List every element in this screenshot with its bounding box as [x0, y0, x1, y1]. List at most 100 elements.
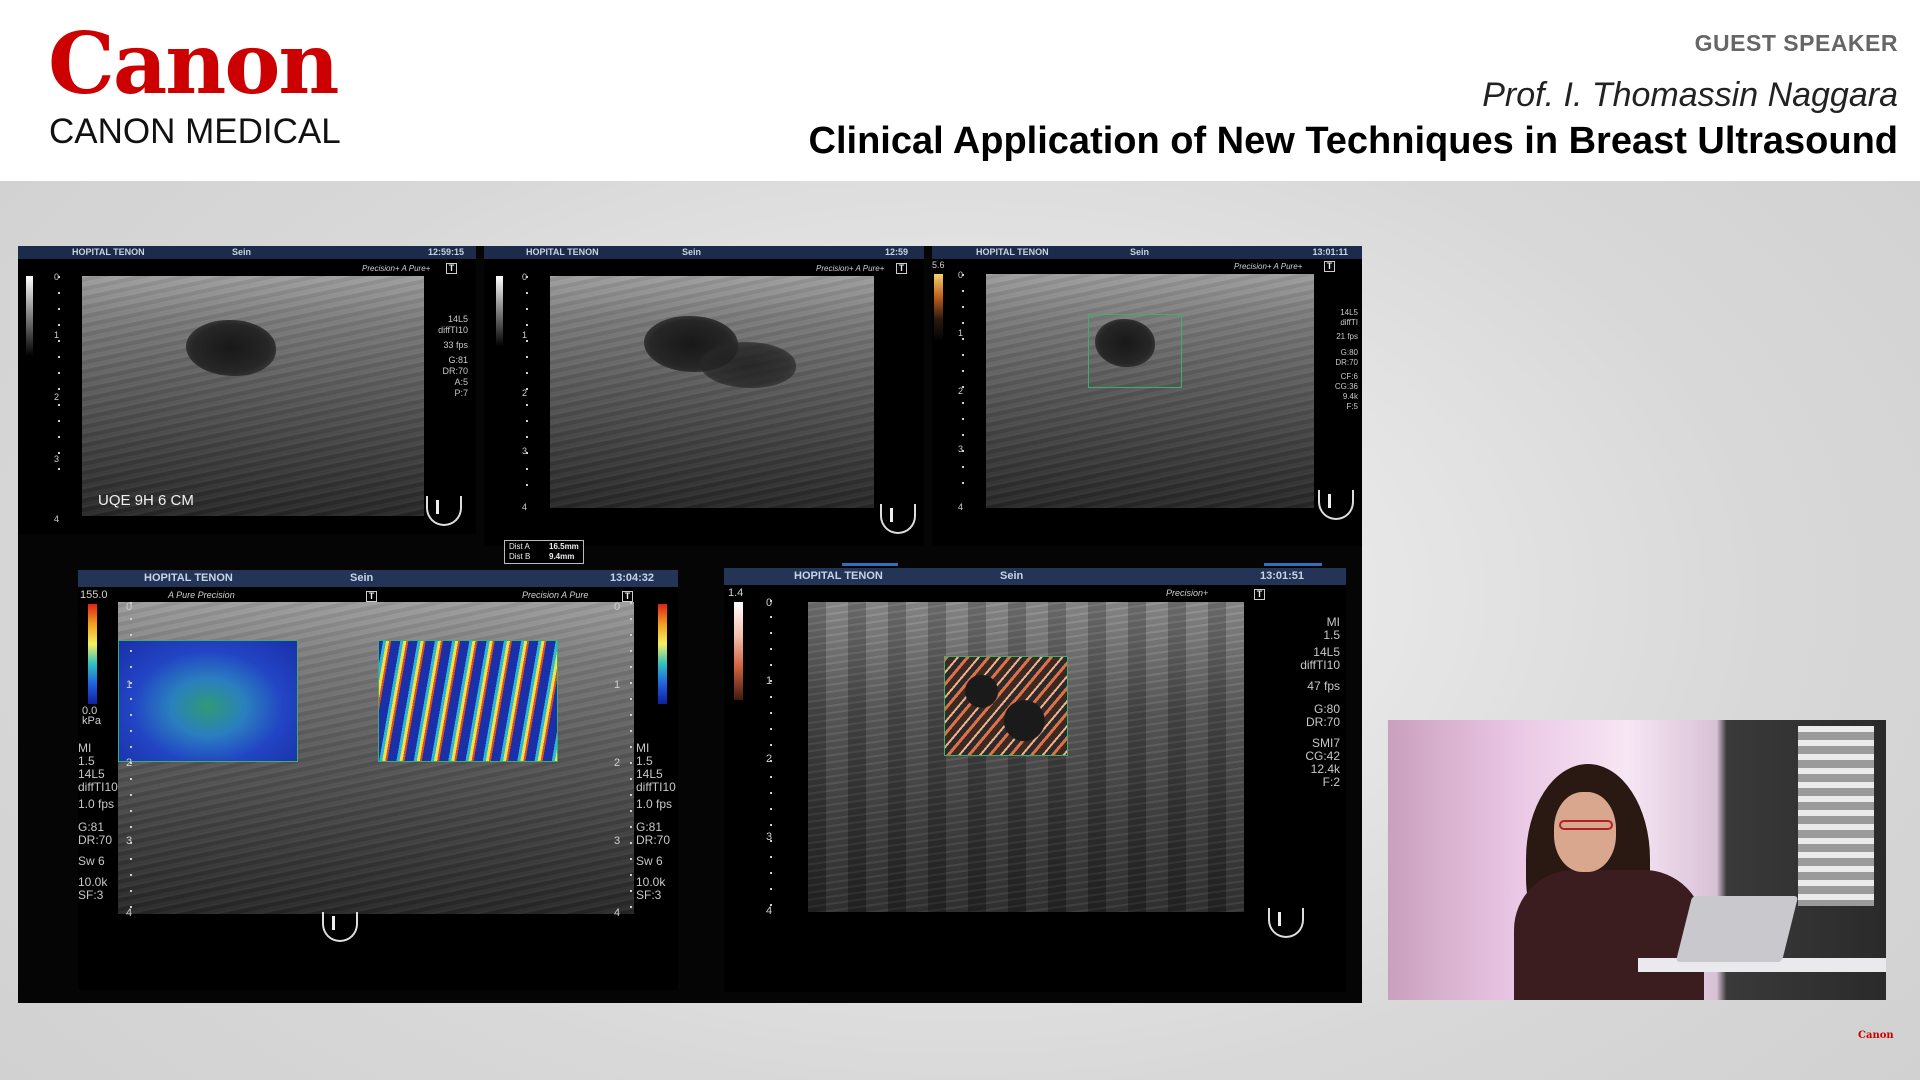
elastography-right-image	[378, 602, 634, 914]
depth-tick-1: 1	[766, 675, 773, 687]
measurement-box: Dist A 16.5mm Dist B 9.4mm	[504, 540, 584, 564]
param-dr: DR:70	[442, 366, 468, 376]
smi-scale-max: 1.4	[728, 587, 744, 599]
depth-tick-0: 0	[522, 272, 528, 282]
presentation-slide: HOPITAL TENON Sein 12:59:15 Precision+ A…	[18, 246, 1362, 1003]
param-fps: 47 fps	[1307, 679, 1340, 693]
mode-labels-left: A Pure Precision	[168, 590, 235, 600]
param-fps: 1.0 fps	[78, 797, 115, 811]
param-cf: CF:6	[1340, 372, 1358, 381]
depth-tick-0: 0	[958, 270, 964, 280]
param-harmonic: diffTI10	[438, 325, 468, 335]
param-harmonic: diffTI10	[1300, 658, 1340, 672]
depth-tick-2: 2	[766, 753, 773, 765]
depth-tick-right-4: 4	[614, 907, 621, 919]
param-gain: G:81	[448, 355, 468, 365]
mode-labels-right: Precision A Pure	[522, 590, 589, 600]
canon-corner-logo: Canon	[1858, 1030, 1894, 1041]
param-mi-value: 1.5	[1323, 628, 1340, 642]
mode-t-icon: T	[446, 263, 457, 274]
depth-tick-3: 3	[126, 835, 133, 847]
speaker-glasses	[1559, 820, 1613, 830]
param-dr: DR:70	[1335, 358, 1358, 367]
param-sw: Sw 6	[636, 854, 663, 868]
depth-tick-3: 3	[958, 444, 964, 454]
depth-tick-4: 4	[54, 514, 60, 524]
depth-tick-4: 4	[126, 907, 133, 919]
lesion	[186, 320, 276, 376]
guest-speaker-label: GUEST SPEAKER	[1694, 30, 1898, 56]
laptop-icon	[1675, 896, 1799, 962]
broadcast-header: Canon CANON MEDICAL GUEST SPEAKER Prof. …	[0, 0, 1920, 181]
param-probe: 14L5	[1340, 308, 1358, 317]
depth-tick-3: 3	[766, 831, 773, 843]
param-sf: SF:3	[78, 888, 104, 902]
scan-time: 13:01:51	[1259, 570, 1304, 582]
color-doppler-roi	[1088, 314, 1182, 388]
scan-time: 12:59:15	[427, 247, 464, 257]
breast-bodymark-icon	[1264, 902, 1310, 942]
acquisition-params: MI 1.5 14L5 diffTI10 47 fps G:80 DR:70 S…	[1284, 616, 1340, 789]
depth-scale-right	[630, 602, 632, 914]
ultrasound-panel-2: HOPITAL TENON Sein 12:59 Precision+ A Pu…	[484, 246, 924, 564]
smi-bmode-image	[808, 602, 1244, 912]
bmode-image	[986, 274, 1314, 508]
exam-name: Sein	[682, 247, 702, 257]
depth-tick-3: 3	[54, 454, 60, 464]
depth-tick-1: 1	[126, 679, 133, 691]
elastography-left-image	[118, 602, 378, 914]
grayscale-bar	[496, 276, 503, 346]
depth-tick-2: 2	[54, 392, 60, 402]
speaker-name: Prof. I. Thomassin Naggara	[1482, 76, 1898, 114]
param-harmonic: diffTI	[1340, 318, 1358, 327]
acquisition-params: 14L5 diffTI10 33 fps G:81 DR:70 A:5 P:7	[426, 314, 468, 399]
elasticity-scale-unit: kPa	[82, 715, 101, 727]
param-f: F:2	[1322, 775, 1340, 789]
lesion-secondary	[700, 342, 796, 388]
mode-t-icon: T	[1324, 261, 1335, 272]
cine-progress-bar	[1264, 563, 1322, 566]
breast-bodymark-icon	[1314, 484, 1360, 524]
param-cg: CG:36	[1334, 382, 1358, 391]
measure-b-value: 9.4mm	[549, 552, 575, 561]
exam-name: Sein	[1000, 570, 1024, 582]
depth-tick-0: 0	[766, 597, 773, 609]
depth-tick-0: 0	[126, 601, 133, 613]
depth-tick-right-2: 2	[614, 757, 621, 769]
talk-title: Clinical Application of New Techniques i…	[808, 120, 1898, 162]
panel-header-bar: HOPITAL TENON Sein 13:01:51	[724, 568, 1346, 585]
speaker-body	[1514, 870, 1704, 1000]
breast-bodymark-icon	[876, 498, 922, 538]
param-dr: DR:70	[636, 833, 671, 847]
canon-logo: Canon	[48, 14, 339, 113]
elasticity-color-scale	[88, 604, 97, 704]
depth-tick-4: 4	[522, 502, 528, 512]
exam-name: Sein	[232, 247, 252, 257]
bmode-image: UQE 9H 6 CM	[82, 276, 424, 516]
hospital-name: HOPITAL TENON	[976, 247, 1049, 257]
propagation-color-scale	[658, 604, 667, 704]
swe-elasticity-map	[118, 640, 298, 762]
depth-scale	[58, 276, 60, 476]
mode-labels: Precision+	[1166, 588, 1209, 598]
depth-tick-right-1: 1	[614, 679, 621, 691]
mode-t-icon: T	[896, 263, 907, 274]
exam-name: Sein	[350, 572, 374, 584]
smi-color-scale	[734, 602, 743, 700]
param-dr: DR:70	[78, 833, 113, 847]
hospital-name: HOPITAL TENON	[794, 570, 883, 582]
param-probe: 14L5	[447, 314, 468, 324]
mode-labels: Precision+ A Pure+	[1234, 262, 1303, 271]
ultrasound-panel-3: HOPITAL TENON Sein 13:01:11 5.6 Precisio…	[932, 246, 1362, 546]
hospital-name: HOPITAL TENON	[526, 247, 599, 257]
mode-t-icon: T	[622, 591, 633, 602]
scan-time: 13:01:11	[1312, 247, 1348, 257]
mode-labels: Precision+ A Pure+	[816, 264, 885, 273]
depth-tick-2: 2	[126, 757, 133, 769]
breast-bodymark-icon	[422, 490, 468, 530]
depth-tick-4: 4	[958, 502, 964, 512]
breast-bodymark-icon	[318, 906, 364, 946]
lesion	[1095, 319, 1155, 367]
elasticity-scale-max: 155.0	[80, 589, 108, 601]
depth-tick-3: 3	[522, 446, 528, 456]
